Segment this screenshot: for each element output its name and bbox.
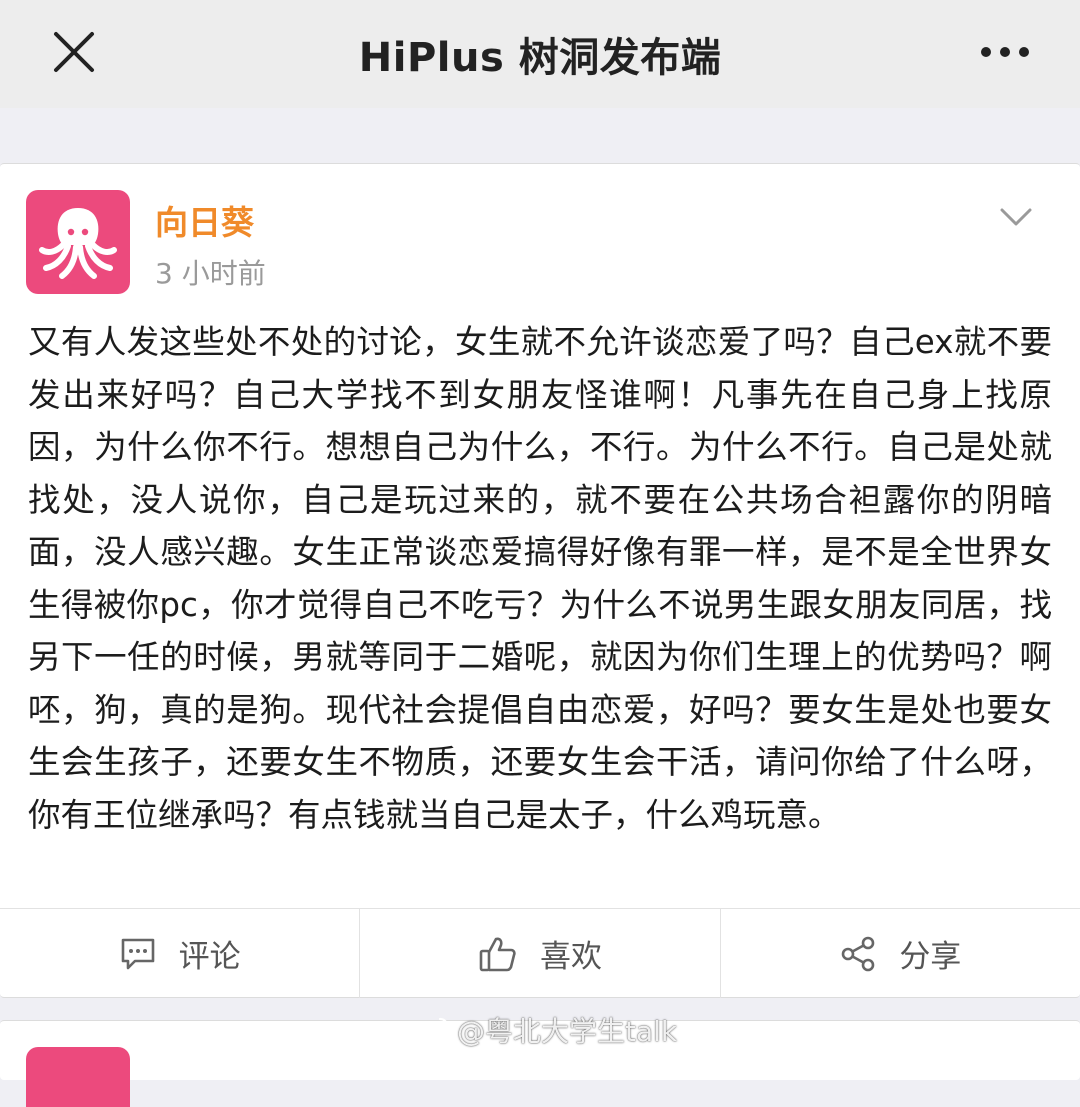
like-button[interactable]: 喜欢	[359, 909, 719, 998]
like-label: 喜欢	[539, 939, 602, 975]
avatar[interactable]	[26, 190, 130, 294]
post-card: 向日葵 3 小时前 又有人发这些处不处的讨论，女生就不允许谈恋爱了吗？自己ex就…	[0, 163, 1080, 998]
share-label: 分享	[899, 939, 962, 975]
comment-button[interactable]: 评论	[0, 909, 359, 998]
post-timestamp: 3 小时前	[155, 257, 266, 290]
thumbs-up-icon	[479, 937, 516, 971]
expand-menu-button[interactable]	[996, 202, 1036, 232]
comment-label: 评论	[178, 939, 241, 975]
author-name[interactable]: 向日葵	[155, 196, 254, 244]
share-icon	[842, 936, 875, 971]
more-options-button[interactable]	[970, 22, 1040, 82]
top-navigation-bar: HiPlus 树洞发布端	[0, 0, 1080, 108]
weibo-icon	[415, 1017, 449, 1045]
post-action-bar: 评论 喜欢 分享	[0, 908, 1080, 998]
close-icon	[54, 32, 94, 72]
close-button[interactable]	[44, 22, 104, 82]
post-content: 又有人发这些处不处的讨论，女生就不允许谈恋爱了吗？自己ex就不要发出来好吗？自己…	[28, 323, 1052, 834]
next-post-avatar	[26, 1047, 130, 1107]
octopus-icon	[39, 208, 117, 279]
page-title: HiPlus 树洞发布端	[358, 35, 722, 81]
watermark: @粤北大学生talk	[415, 1010, 677, 1050]
chevron-down-icon	[1000, 208, 1032, 226]
watermark-text: @粤北大学生talk	[457, 1015, 678, 1048]
comment-bubble-icon	[121, 938, 154, 969]
share-button[interactable]: 分享	[719, 909, 1080, 998]
more-dots-icon	[981, 47, 1029, 57]
